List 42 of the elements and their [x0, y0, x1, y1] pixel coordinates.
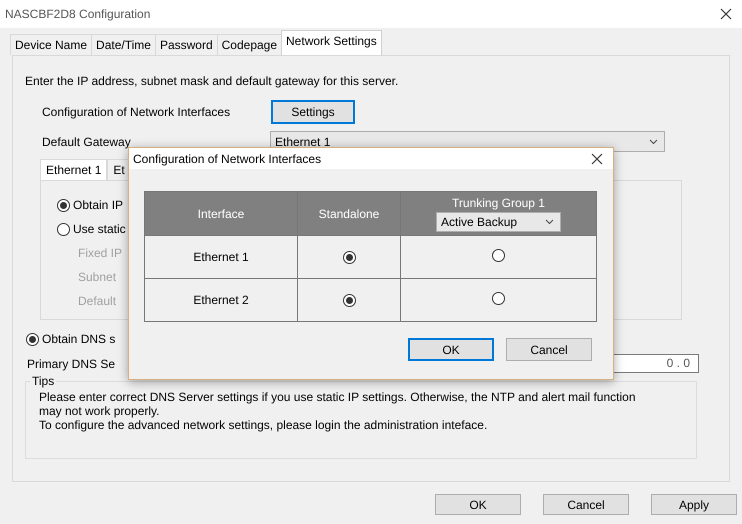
chevron-down-icon — [649, 138, 658, 144]
radio-button[interactable] — [57, 222, 70, 236]
radio-button[interactable] — [342, 251, 356, 264]
table-cell: Ethernet 2 — [144, 278, 298, 322]
ip-field[interactable]: 0 . 0 — [612, 354, 699, 373]
close-icon[interactable] — [591, 152, 603, 164]
mode-dropdown[interactable]: Active Backup — [436, 212, 561, 232]
column-header: Trunking Group 1 Active Backup — [400, 192, 596, 236]
field-label: Subnet — [78, 269, 116, 286]
tip-text: To configure the advanced network settings, please login the administration inteface. — [39, 418, 488, 432]
radio-button[interactable] — [492, 249, 505, 262]
close-icon[interactable] — [720, 8, 732, 20]
radio-label: Obtain IP — [73, 198, 124, 212]
dialog-button[interactable]: OK — [435, 494, 521, 515]
settings-button[interactable]: Settings — [271, 100, 355, 124]
interfaces-label: Configuration of Network Interfaces — [41, 105, 232, 119]
radio-button[interactable] — [342, 294, 356, 307]
radio-button[interactable] — [57, 198, 70, 212]
dialog-button[interactable]: Cancel — [506, 338, 592, 361]
radio-button[interactable] — [26, 332, 39, 346]
radio-label: Obtain DNS s — [42, 332, 116, 346]
dialog-button[interactable]: Cancel — [543, 494, 629, 515]
column-header: Interface — [144, 192, 298, 236]
dialog-title: Configuration of Network Interfaces — [133, 152, 322, 166]
window-title: NASCBF2D8 Configuration — [5, 7, 150, 21]
tab[interactable]: Ethernet 1 — [40, 159, 108, 180]
dialog-button[interactable]: OK — [408, 338, 494, 361]
table-cell: Ethernet 1 — [144, 236, 298, 278]
field-label: Fixed IP — [78, 245, 122, 262]
tips-title: Tips — [30, 374, 56, 388]
chevron-down-icon — [545, 218, 554, 224]
radio-label: Use static — [73, 222, 126, 236]
tab[interactable]: Device Name — [10, 34, 92, 55]
dns-label: Primary DNS Se — [26, 356, 116, 370]
radio-button[interactable] — [492, 292, 505, 305]
intro-text: Enter the IP address, subnet mask and default gateway for this server. — [25, 74, 400, 88]
column-header: Standalone — [298, 192, 400, 236]
tab[interactable]: Network Settings — [281, 30, 382, 55]
tip-text: Please enter correct DNS Server settings if you use static IP settings. Otherwise, the NTP and alert mail function may not work properly. — [39, 390, 636, 418]
field-label: Default — [78, 293, 116, 310]
dialog-button[interactable]: Apply — [651, 494, 737, 515]
gateway-label: Default Gateway — [41, 134, 132, 148]
